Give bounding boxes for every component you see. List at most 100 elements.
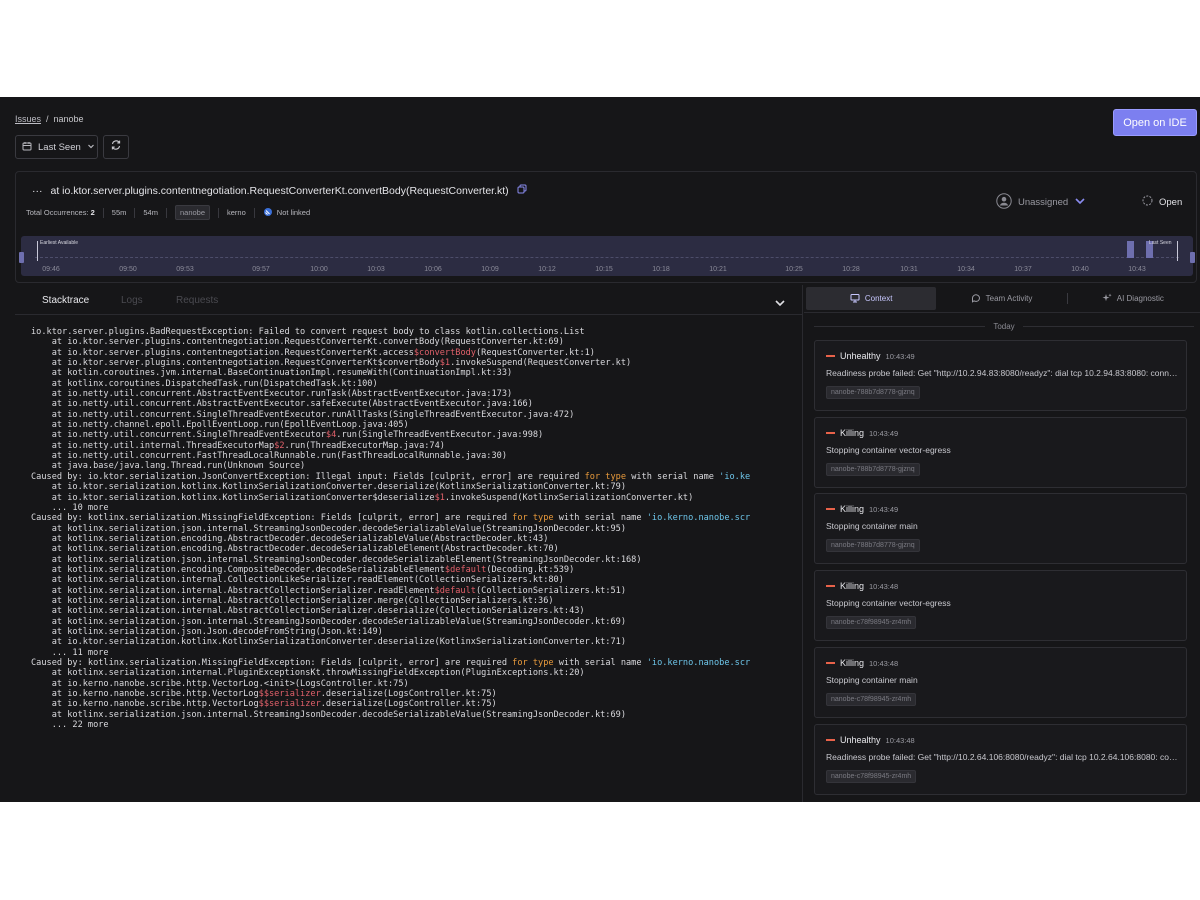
k8s-event-card[interactable]: Unhealthy 10:43:48 Readiness probe failed:… [814,724,1187,795]
event-message: Stopping container vector-egress [826,445,951,455]
stacktrace-segment: at io.netty.util.concurrent.SingleThread… [31,430,326,441]
assignee-dropdown[interactable]: Unassigned [996,193,1086,212]
assignee-label: Unassigned [1018,197,1069,208]
event-time: 10:43:49 [869,428,899,438]
event-type: Killing [840,504,865,514]
k8s-event-card[interactable]: Killing 10:43:49 Stopping container vector… [814,417,1187,488]
k8s-event-card[interactable]: Unhealthy 10:43:49 Readiness probe failed:… [814,340,1187,411]
breadcrumb-issues-link[interactable]: Issues [15,114,41,124]
link-status[interactable]: Not linked [263,207,310,219]
stacktrace-segment: at kotlinx.serialization.encoding.Abstra… [31,533,549,544]
total-occurrences: Total Occurrences: 2 [26,208,95,217]
stacktrace-segment: at kotlinx.serialization.internal.Abstra… [31,606,585,617]
stacktrace-line: at io.netty.util.internal.ThreadExecutor… [31,441,801,451]
timeline-occurrence-bar[interactable] [1127,241,1134,258]
stacktrace-segment: Caused by: io.ktor.serialization.JsonCon… [31,471,585,482]
stacktrace-segment: at kotlinx.serialization.encoding.Compos… [31,564,445,575]
timeline-left-handle[interactable] [19,252,24,263]
first-seen-age: 55m [111,208,127,217]
stacktrace-segment: $$serializer [258,699,321,710]
stacktrace-segment: at io.netty.util.concurrent.AbstractEven… [31,399,533,410]
last-seen-age: 54m [143,208,158,217]
more-menu-button[interactable]: ··· [32,185,43,197]
stacktrace-segment: .invokeSuspend(RequestConverter.kt) [450,358,632,369]
status-dropdown[interactable]: Open [1142,195,1182,209]
timeline-tick-label: 10:00 [310,266,328,273]
timeline-earliest-label: Earliest Available [40,240,78,246]
event-header: Killing 10:43:48 [826,658,898,668]
stacktrace-segment: .invokeSuspend(KotlinxSerializationConve… [444,492,694,503]
stacktrace-segment: $1 [439,358,451,369]
tab-logs[interactable]: Logs [121,295,143,306]
stacktrace-segment: Caused by: kotlinx.serialization.Missing… [31,513,513,524]
stacktrace-segment: at io.netty.util.internal.ThreadExecutor… [31,440,275,451]
sort-dropdown-label: Last Seen [38,141,81,153]
stacktrace-segment: .run(SingleThreadEventExecutor.java:998) [336,430,544,441]
timeline-tick-label: 10:43 [1128,266,1146,273]
stacktrace-panel: Stacktrace Logs Requests io.ktor.server.… [15,285,803,802]
stacktrace-segment: at kotlinx.serialization.json.internal.S… [31,709,626,720]
stacktrace-segment: with serial name [553,658,647,668]
stacktrace-segment: at kotlinx.serialization.internal.Collec… [31,575,564,586]
event-type: Killing [840,428,865,438]
stacktrace-line: at io.netty.util.concurrent.SingleThread… [31,410,801,420]
stacktrace-line: ... 11 more [31,648,801,658]
stacktrace-segment: at io.ktor.serialization.kotlinx.Kotlinx… [31,482,626,493]
stacktrace-segment: at kotlinx.serialization.internal.Plugin… [31,668,585,679]
stacktrace-segment: at io.ktor.server.plugins.contentnegotia… [31,337,564,348]
event-header: Unhealthy 10:43:48 [826,735,915,745]
tab-context[interactable]: Context [806,287,937,310]
stacktrace-line: at io.netty.util.concurrent.AbstractEven… [31,389,801,399]
stacktrace-segment: .run(ThreadExecutorMap.java:74) [284,440,445,451]
date-divider-label: Today [993,322,1015,331]
stacktrace-segment: at io.ktor.server.plugins.contentnegotia… [31,358,440,369]
open-on-ide-button[interactable]: Open on IDE [1113,109,1197,136]
stacktrace-segment: 'io.ke [719,471,751,482]
stacktrace-segment: $4 [325,430,337,441]
stacktrace-segment: (CollectionSerializers.kt:51) [475,585,627,596]
stacktrace-segment: $default [434,585,476,596]
sort-dropdown[interactable]: Last Seen [15,135,98,159]
occurrence-timeline[interactable]: Earliest Available Last Seen 09:46 09:50 0… [19,236,1195,276]
timeline-tick-label: 09:53 [176,266,194,273]
stacktrace-line: at kotlinx.serialization.internal.Abstra… [31,596,801,606]
stacktrace-line: at io.ktor.server.plugins.contentnegotia… [31,358,801,368]
refresh-button[interactable] [103,135,129,159]
tab-stacktrace[interactable]: Stacktrace [42,295,89,306]
tab-requests[interactable]: Requests [176,295,218,306]
divider [102,207,104,218]
tab-team-activity[interactable]: Team Activity [936,287,1066,310]
stacktrace-line: at kotlinx.serialization.json.Json.decod… [31,627,801,637]
chat-icon [971,293,981,305]
event-type: Unhealthy [840,735,881,745]
tab-ai-diagnostic[interactable]: AI Diagnostic [1068,287,1198,310]
event-message: Stopping container main [826,521,918,531]
event-message: Stopping container vector-egress [826,598,951,608]
timeline-tick-label: 10:40 [1071,266,1089,273]
divider [165,207,167,218]
event-time: 10:43:49 [869,504,899,514]
collapse-chevron-icon[interactable] [774,295,786,313]
calendar-icon [22,141,32,154]
stacktrace-line: ... 22 more [31,720,801,730]
stacktrace-segment: $convertBody [413,347,476,358]
copy-icon[interactable] [517,184,527,197]
timeline-right-handle[interactable] [1190,252,1195,263]
timeline-start-marker [37,241,38,261]
event-type: Unhealthy [840,351,881,361]
k8s-event-card[interactable]: Killing 10:43:48 Stopping container main na… [814,647,1187,718]
divider [218,207,220,218]
pod-chip: nanobe-c78f98945-zr4mh [826,693,917,706]
stacktrace-segment: ... 10 more [31,502,109,513]
stacktrace-segment: at java.base/java.lang.Thread.run(Unknow… [31,461,306,472]
k8s-event-card[interactable]: Killing 10:43:48 Stopping container vector… [814,570,1187,641]
stacktrace-segment: at io.ktor.serialization.kotlinx.Kotlinx… [31,492,435,503]
event-time: 10:43:49 [885,351,915,361]
stacktrace-line: at kotlinx.serialization.encoding.Compos… [31,565,801,575]
stacktrace-segment: (RequestConverter.kt:1) [475,347,595,358]
event-header: Unhealthy 10:43:49 [826,351,915,361]
event-message: Readiness probe failed: Get "http://10.2… [826,752,1181,762]
k8s-event-card[interactable]: Killing 10:43:49 Stopping container main na… [814,493,1187,564]
stacktrace-segment: $1 [434,492,445,503]
service-chip: nanobe [174,205,211,220]
